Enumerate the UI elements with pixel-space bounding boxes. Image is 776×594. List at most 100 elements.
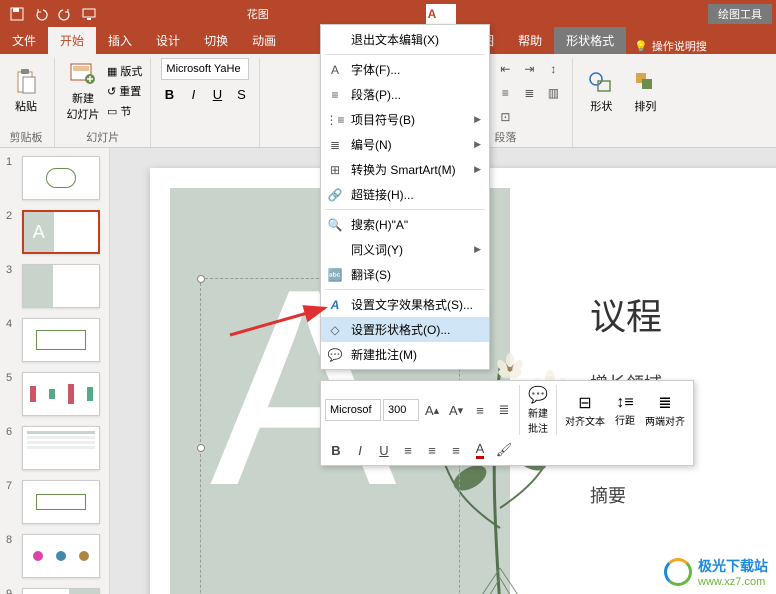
indent-right-button[interactable]: ⇥ bbox=[518, 58, 540, 80]
line-spacing-icon: ↕≡ bbox=[616, 394, 633, 412]
lightbulb-icon: 💡 bbox=[634, 40, 648, 53]
translate-icon: 🔤 bbox=[327, 267, 343, 283]
watermark-url: www.xz7.com bbox=[698, 576, 768, 588]
mini-justify[interactable]: ≣两端对齐 bbox=[641, 393, 689, 428]
new-slide-icon bbox=[69, 60, 97, 88]
mini-bold[interactable]: B bbox=[325, 439, 347, 461]
thumb-5[interactable]: 5 bbox=[6, 372, 103, 416]
link-icon: 🔗 bbox=[327, 187, 343, 203]
mini-size-combo[interactable] bbox=[383, 399, 419, 421]
font-family-combo[interactable] bbox=[161, 58, 249, 80]
mini-italic[interactable]: I bbox=[349, 439, 371, 461]
thumb-3[interactable]: 3 bbox=[6, 264, 103, 308]
mini-align-left[interactable]: ≡ bbox=[397, 439, 419, 461]
bold-button[interactable]: B bbox=[159, 84, 179, 104]
ctx-translate[interactable]: 🔤翻译(S) bbox=[321, 262, 489, 287]
italic-button[interactable]: I bbox=[183, 84, 203, 104]
thumb-7[interactable]: 7 bbox=[6, 480, 103, 524]
columns-button[interactable]: ▥ bbox=[542, 82, 564, 104]
ctx-font[interactable]: A字体(F)... bbox=[321, 57, 489, 82]
ctx-paragraph[interactable]: ≡段落(P)... bbox=[321, 82, 489, 107]
mini-underline[interactable]: U bbox=[373, 439, 395, 461]
thumb-6[interactable]: 6 bbox=[6, 426, 103, 470]
tab-help[interactable]: 帮助 bbox=[506, 27, 554, 54]
shape-format-icon: ◇ bbox=[327, 322, 343, 338]
ctx-synonyms[interactable]: 同义词(Y)▶ bbox=[321, 237, 489, 262]
bullets-icon: ⋮≡ bbox=[327, 112, 343, 128]
thumb-1[interactable]: 1 bbox=[6, 156, 103, 200]
smartart-icon: ⊞ bbox=[327, 162, 343, 178]
paragraph-icon: ≡ bbox=[327, 87, 343, 103]
mini-font-color[interactable]: A bbox=[469, 439, 491, 461]
tab-design[interactable]: 设计 bbox=[144, 27, 192, 54]
smartart-button[interactable]: ⊡ bbox=[494, 106, 516, 128]
paste-button[interactable]: 粘贴 bbox=[6, 58, 46, 124]
ctx-bullets[interactable]: ⋮≡项目符号(B)▶ bbox=[321, 107, 489, 132]
mini-align-text[interactable]: ⊟对齐文本 bbox=[561, 393, 609, 428]
thumb-2[interactable]: 2A bbox=[6, 210, 103, 254]
exit-edit-icon bbox=[327, 32, 343, 48]
context-menu: 退出文本编辑(X) A字体(F)... ≡段落(P)... ⋮≡项目符号(B)▶… bbox=[320, 24, 490, 370]
shadow-button[interactable]: S bbox=[231, 84, 251, 104]
ctx-hyperlink[interactable]: 🔗超链接(H)... bbox=[321, 182, 489, 207]
thumb-8[interactable]: 8 bbox=[6, 534, 103, 578]
comment-icon: 💬 bbox=[528, 385, 548, 405]
underline-button[interactable]: U bbox=[207, 84, 227, 104]
group-slides: 新建 幻灯片 ▦版式 ↺重置 ▭节 幻灯片 bbox=[63, 58, 151, 147]
mini-format-painter[interactable]: 🖌 bbox=[493, 439, 515, 461]
justify-button[interactable]: ≣ bbox=[518, 82, 540, 104]
agenda-item-3[interactable]: 摘要 bbox=[590, 482, 662, 508]
reset-button[interactable]: ↺重置 bbox=[107, 81, 142, 101]
grow-font-button[interactable]: A▴ bbox=[421, 399, 443, 421]
align-right-button[interactable]: ≡ bbox=[494, 82, 516, 104]
thumb-9[interactable]: 9 bbox=[6, 588, 103, 594]
start-slideshow-icon[interactable] bbox=[78, 3, 100, 25]
mini-align-center[interactable]: ≡ bbox=[421, 439, 443, 461]
numbering-mini-button[interactable]: ≣ bbox=[493, 399, 515, 421]
text-effects-icon: A bbox=[327, 297, 343, 313]
mini-line-spacing[interactable]: ↕≡行距 bbox=[611, 394, 639, 427]
save-icon[interactable] bbox=[6, 3, 28, 25]
mini-toolbar: A▴ A▾ ≡ ≣ 💬新建 批注 ⊟对齐文本 ↕≡行距 ≣两端对齐 B I U … bbox=[320, 380, 694, 466]
tab-shape-format[interactable]: 形状格式 bbox=[554, 27, 626, 54]
group-clipboard: 粘贴 剪贴板 bbox=[6, 58, 55, 147]
ctx-text-effects[interactable]: A设置文字效果格式(S)... bbox=[321, 292, 489, 317]
ctx-exit-text-edit[interactable]: 退出文本编辑(X) bbox=[321, 27, 489, 52]
slide-title[interactable]: 议程 bbox=[590, 288, 662, 340]
line-spacing-button[interactable]: ↕ bbox=[542, 58, 564, 80]
arrange-button[interactable]: 排列 bbox=[625, 58, 665, 124]
tab-home[interactable]: 开始 bbox=[48, 27, 96, 54]
ctx-numbering[interactable]: ≣编号(N)▶ bbox=[321, 132, 489, 157]
ctx-new-comment[interactable]: 💬新建批注(M) bbox=[321, 342, 489, 367]
resize-handle-tl[interactable] bbox=[197, 275, 205, 283]
group-drawing: 形状 排列 bbox=[581, 58, 673, 147]
search-icon: 🔍 bbox=[327, 217, 343, 233]
layout-button[interactable]: ▦版式 bbox=[107, 61, 142, 81]
ctx-smartart[interactable]: ⊞转换为 SmartArt(M)▶ bbox=[321, 157, 489, 182]
clipboard-icon bbox=[12, 68, 40, 96]
tab-transitions[interactable]: 切换 bbox=[192, 27, 240, 54]
tab-animations[interactable]: 动画 bbox=[240, 27, 288, 54]
new-slide-button[interactable]: 新建 幻灯片 bbox=[63, 58, 103, 124]
ctx-search[interactable]: 🔍搜索(H)"A" bbox=[321, 212, 489, 237]
ctx-shape-format[interactable]: ◇设置形状格式(O)... bbox=[321, 317, 489, 342]
arrange-icon bbox=[631, 68, 659, 96]
thumb-4[interactable]: 4 bbox=[6, 318, 103, 362]
selected-object-preview: A bbox=[426, 4, 456, 24]
indent-left-button[interactable]: ⇤ bbox=[494, 58, 516, 80]
tab-insert[interactable]: 插入 bbox=[96, 27, 144, 54]
undo-icon[interactable] bbox=[30, 3, 52, 25]
mini-align-right[interactable]: ≡ bbox=[445, 439, 467, 461]
slide-thumbnail-panel[interactable]: 1 2A 3 4 5 6 7 8 9 bbox=[0, 148, 110, 594]
redo-icon[interactable] bbox=[54, 3, 76, 25]
resize-handle-ml[interactable] bbox=[197, 444, 205, 452]
bullets-mini-button[interactable]: ≡ bbox=[469, 399, 491, 421]
shapes-button[interactable]: 形状 bbox=[581, 58, 621, 124]
tab-file[interactable]: 文件 bbox=[0, 27, 48, 54]
shrink-font-button[interactable]: A▾ bbox=[445, 399, 467, 421]
font-icon: A bbox=[327, 62, 343, 78]
mini-new-comment[interactable]: 💬新建 批注 bbox=[524, 385, 552, 435]
mini-font-combo[interactable] bbox=[325, 399, 381, 421]
tell-me-search[interactable]: 💡 操作说明搜 bbox=[626, 38, 715, 54]
section-button[interactable]: ▭节 bbox=[107, 101, 142, 121]
